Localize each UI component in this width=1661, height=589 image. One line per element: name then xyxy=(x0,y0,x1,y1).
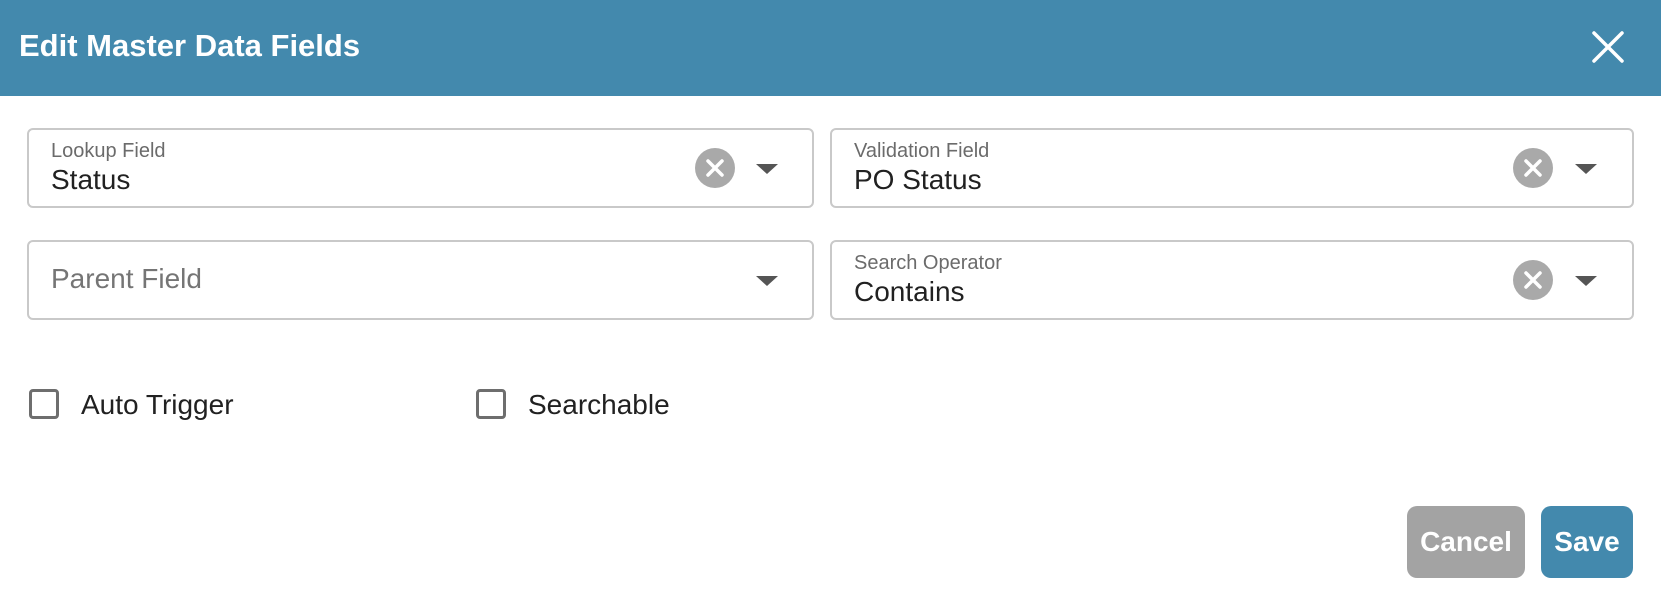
caret-down-icon xyxy=(756,276,778,286)
parent-field-placeholder: Parent Field xyxy=(51,263,202,294)
caret-down-icon xyxy=(1575,276,1597,286)
auto-trigger-option[interactable]: Auto Trigger xyxy=(29,387,279,427)
searchable-label: Searchable xyxy=(528,389,670,420)
search-operator-clear-button[interactable] xyxy=(1513,260,1553,300)
auto-trigger-label: Auto Trigger xyxy=(81,389,234,420)
parent-field-dropdown-button[interactable] xyxy=(754,268,780,294)
caret-down-icon xyxy=(756,164,778,174)
searchable-checkbox[interactable] xyxy=(476,389,506,419)
clear-icon xyxy=(1524,271,1542,289)
clear-icon xyxy=(1524,159,1542,177)
auto-trigger-checkbox[interactable] xyxy=(29,389,59,419)
search-operator-label: Search Operator xyxy=(854,252,1002,274)
clear-icon xyxy=(706,159,724,177)
validation-field-dropdown-button[interactable] xyxy=(1573,156,1599,182)
dialog-header: Edit Master Data Fields xyxy=(0,0,1661,96)
search-operator-value: Contains xyxy=(854,276,965,307)
edit-master-data-fields-dialog: Edit Master Data Fields Lookup Field Sta… xyxy=(0,0,1661,589)
validation-field-clear-button[interactable] xyxy=(1513,148,1553,188)
close-button[interactable] xyxy=(1588,27,1628,67)
caret-down-icon xyxy=(1575,164,1597,174)
cancel-button[interactable]: Cancel xyxy=(1407,506,1525,578)
lookup-field-value: Status xyxy=(51,164,131,195)
parent-field-select[interactable]: Parent Field xyxy=(27,240,814,320)
close-icon xyxy=(1592,31,1624,63)
validation-field-select[interactable]: Validation Field PO Status xyxy=(830,128,1634,208)
searchable-option[interactable]: Searchable xyxy=(476,387,726,427)
save-button[interactable]: Save xyxy=(1541,506,1633,578)
lookup-field-clear-button[interactable] xyxy=(695,148,735,188)
dialog-title: Edit Master Data Fields xyxy=(19,28,361,63)
lookup-field-label: Lookup Field xyxy=(51,140,166,162)
lookup-field-select[interactable]: Lookup Field Status xyxy=(27,128,814,208)
search-operator-dropdown-button[interactable] xyxy=(1573,268,1599,294)
validation-field-label: Validation Field xyxy=(854,140,990,162)
lookup-field-dropdown-button[interactable] xyxy=(754,156,780,182)
search-operator-select[interactable]: Search Operator Contains xyxy=(830,240,1634,320)
validation-field-value: PO Status xyxy=(854,164,982,195)
